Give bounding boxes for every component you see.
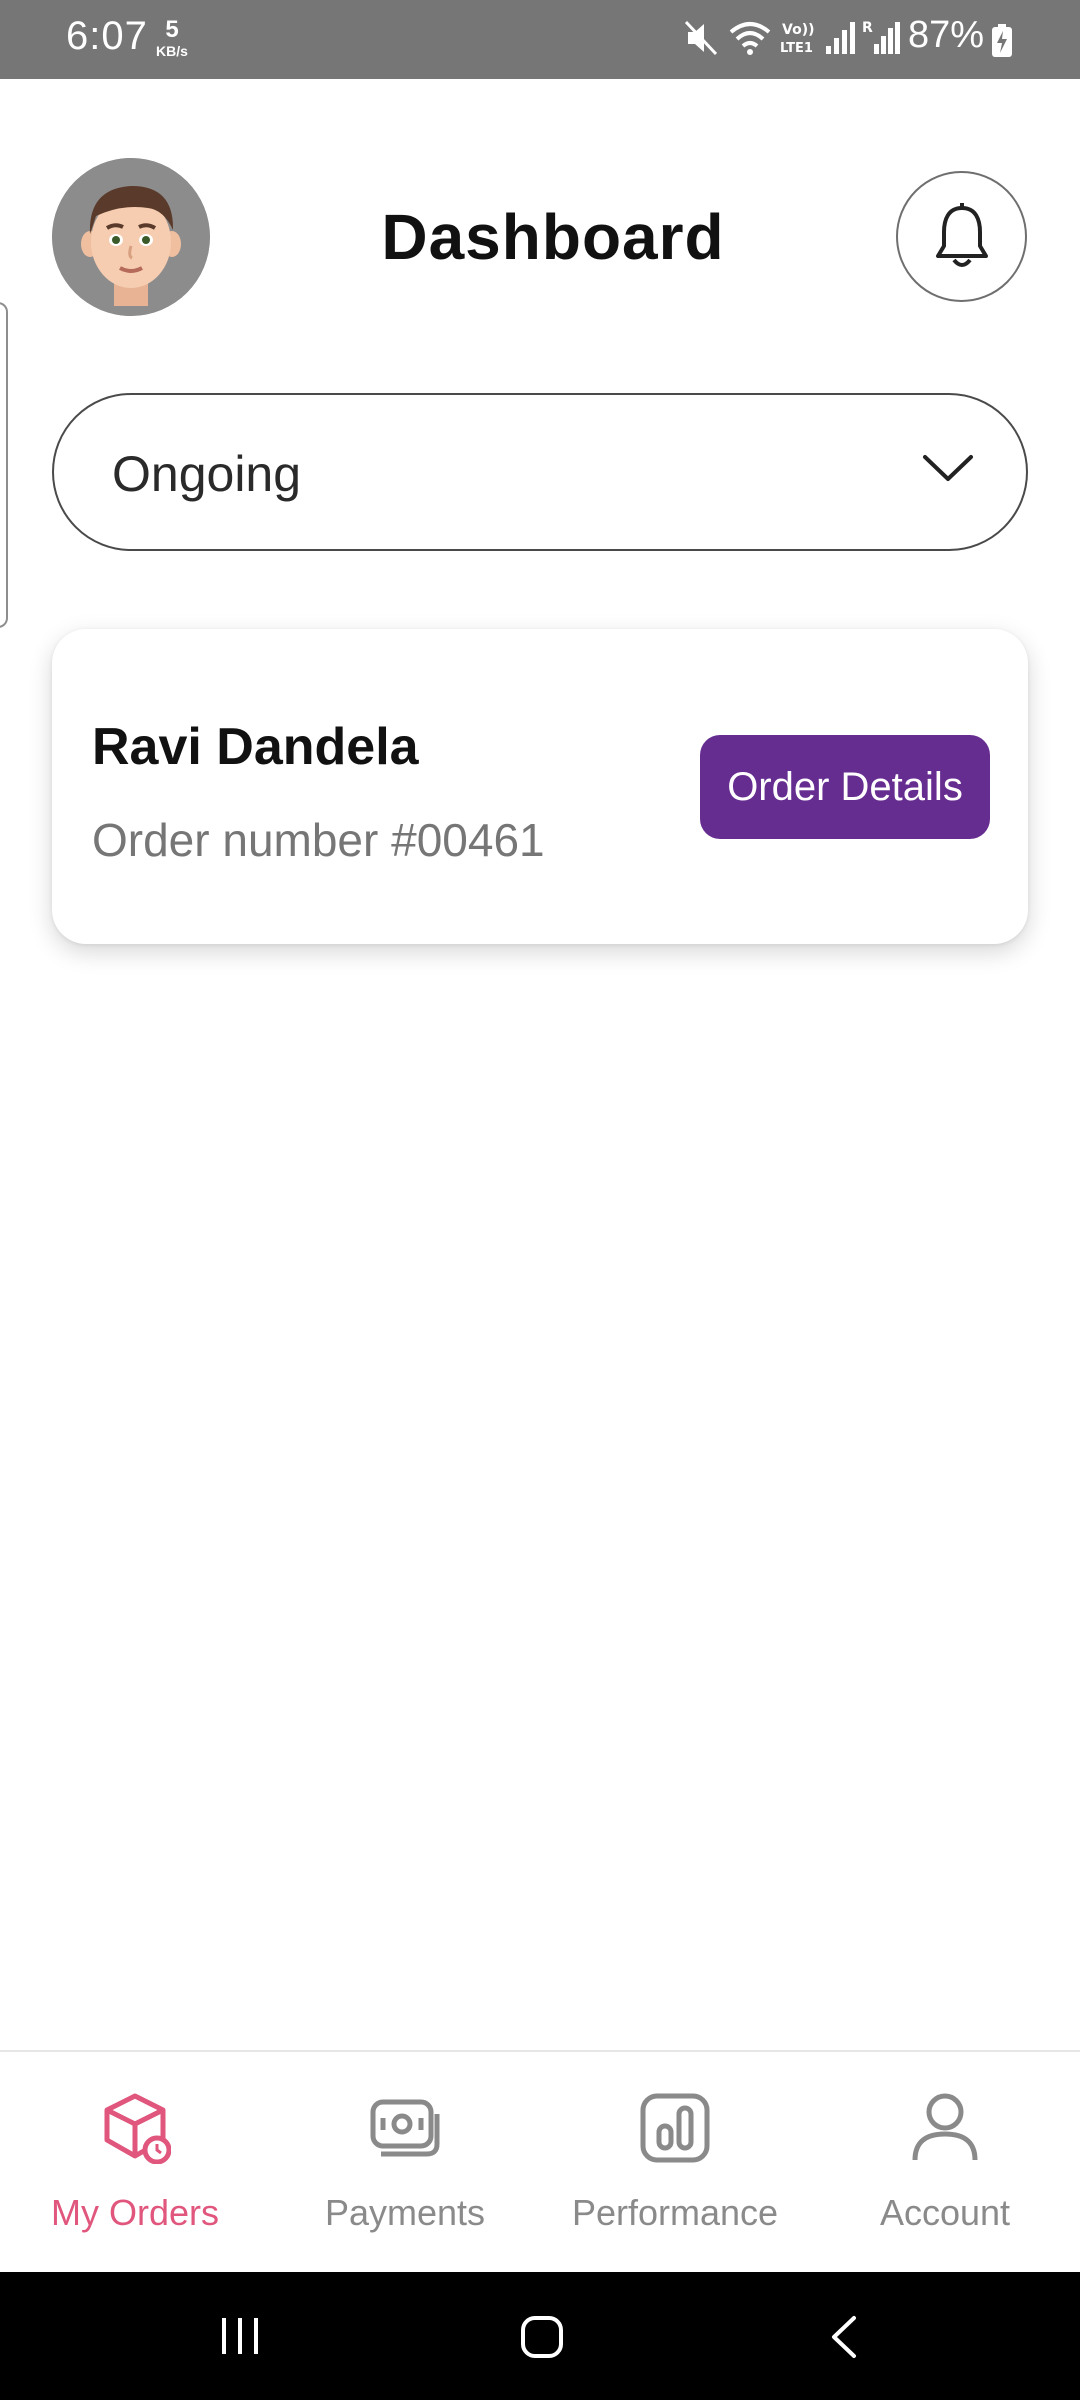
svg-text:LTE1: LTE1 <box>780 41 813 56</box>
bar-chart-icon <box>640 2093 710 2163</box>
nav-item-performance[interactable]: Performance <box>540 2052 810 2274</box>
svg-text:Vo)): Vo)) <box>782 22 814 38</box>
order-details-button[interactable]: Order Details <box>700 735 990 839</box>
status-bar: 6:07 5 KB/s Vo)) LTE1 R 87% <box>0 0 1080 79</box>
signal-roaming-icon: R <box>862 20 900 54</box>
battery-charging-icon <box>992 24 1012 57</box>
box-icon <box>104 2093 171 2164</box>
nav-label-performance: Performance <box>571 2192 779 2233</box>
wifi-icon <box>729 22 771 55</box>
memoji-avatar-icon <box>52 158 210 316</box>
cash-icon <box>370 2099 440 2157</box>
edge-panel-handle[interactable] <box>0 302 8 628</box>
nav-label-payments: Payments <box>324 2192 486 2233</box>
avatar[interactable] <box>52 158 210 316</box>
network-speed: 5 KB/s <box>152 16 192 59</box>
notifications-button[interactable] <box>896 171 1027 302</box>
customer-name: Ravi Dandela <box>92 718 419 776</box>
system-nav-bar <box>0 2272 1080 2400</box>
nav-item-my-orders[interactable]: My Orders <box>0 2052 270 2274</box>
bell-icon <box>935 202 988 267</box>
order-status-dropdown[interactable]: Ongoing <box>52 393 1028 551</box>
page-title: Dashboard <box>381 201 725 273</box>
nav-label-my-orders: My Orders <box>50 2192 219 2233</box>
volte-icon: Vo)) LTE1 <box>780 22 814 56</box>
nav-item-payments[interactable]: Payments <box>270 2052 540 2274</box>
recents-icon[interactable] <box>218 2314 262 2358</box>
chevron-down-icon <box>923 455 973 481</box>
mute-icon <box>684 20 718 56</box>
bottom-nav: My Orders Payments Performance Account <box>0 2050 1080 2272</box>
network-speed-value: 5 <box>165 16 179 43</box>
order-number: Order number #00461 <box>92 814 545 866</box>
person-icon <box>912 2093 978 2161</box>
battery-percent: 87% <box>908 14 985 56</box>
order-card: Ravi Dandela Order number #00461 Order D… <box>52 629 1028 944</box>
network-speed-unit: KB/s <box>156 43 188 59</box>
nav-item-account[interactable]: Account <box>810 2052 1080 2274</box>
screen: 6:07 5 KB/s Vo)) LTE1 R 87% Dashboard On… <box>0 0 1080 2400</box>
svg-text:R: R <box>862 20 873 36</box>
order-status-selected: Ongoing <box>112 446 302 502</box>
status-time: 6:07 <box>66 14 148 58</box>
home-icon[interactable] <box>519 2314 565 2360</box>
nav-label-account: Account <box>879 2192 1011 2233</box>
signal-icon <box>826 22 855 54</box>
back-icon[interactable] <box>828 2314 860 2360</box>
